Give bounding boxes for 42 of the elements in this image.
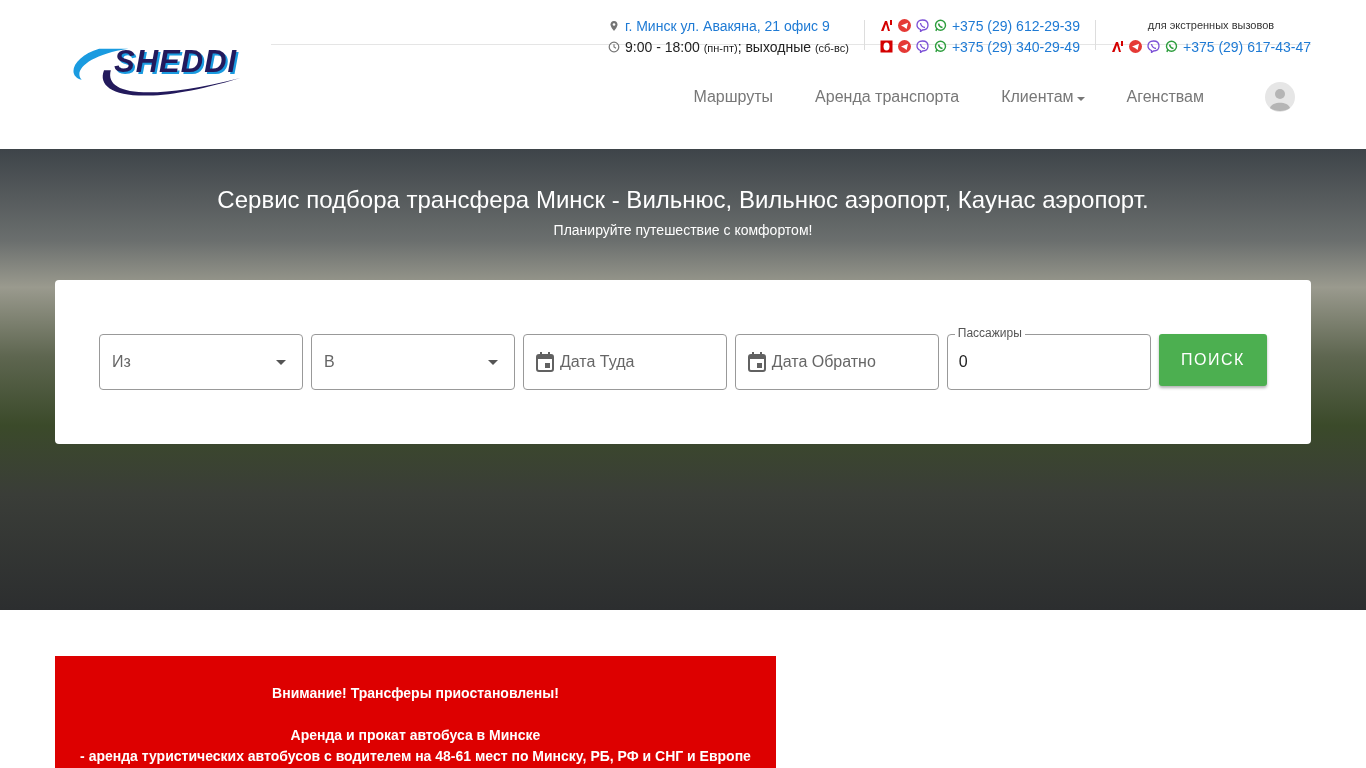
caret-icon: [1076, 96, 1085, 101]
operator-logo-icon: [1110, 40, 1124, 53]
date-field[interactable]: Дата Обратно: [734, 334, 939, 390]
calendar-icon: [535, 352, 554, 372]
suspension-message: Внимание! Трансферы приостановлены!: [272, 684, 559, 703]
emergency-label: для экстренных вызовов: [1147, 18, 1275, 33]
viber-icon[interactable]: [915, 19, 929, 32]
logo[interactable]: SHEDDI: [70, 40, 245, 110]
notice-text: - аренда туристических автобусов с водителем на 48-61 мест по Минску, РБ, РФ и СНГ и Европе: [80, 747, 751, 766]
nav-link[interactable]: Агенствам: [1126, 88, 1204, 106]
telegram-icon[interactable]: [1128, 40, 1142, 53]
passengers-field[interactable]: Пассажиры 0: [946, 326, 1151, 390]
phone-link[interactable]: +375 (29) 612-29-39: [951, 17, 1080, 34]
telegram-icon[interactable]: [897, 40, 911, 53]
address-link[interactable]: г. Минск ул. Авакяна, 21 офис 9: [625, 17, 830, 34]
dropdown-arrow-icon: [275, 359, 286, 365]
telegram-icon[interactable]: [897, 19, 911, 32]
nav-link[interactable]: Аренда транспорта: [815, 88, 960, 106]
whatsapp-icon[interactable]: [933, 19, 947, 32]
nav-link[interactable]: Клиентам: [1001, 88, 1085, 106]
notice-text: Аренда и прокат автобуса в Минске: [290, 726, 541, 745]
select-field[interactable]: В: [310, 334, 515, 390]
passengers-label: Пассажиры: [954, 326, 1025, 340]
operator-logo-icon: [879, 40, 893, 53]
select-field[interactable]: Из: [99, 334, 303, 390]
viber-icon[interactable]: [915, 40, 929, 53]
nav-link[interactable]: Маршруты: [693, 88, 774, 106]
hero-title: Сервис подбора трансфера Минск - Вильнюс, Вильнюс аэропорт, Каунас аэропорт.: [217, 186, 1149, 214]
hero-subtitle: Планируйте путешествие с комфортом!: [553, 222, 813, 238]
operator-logo-icon: [879, 19, 893, 32]
dropdown-arrow-icon: [487, 359, 498, 365]
working-hours: 9:00 - 18:00 (пн-пт); выходные (сб-вс): [625, 38, 849, 55]
calendar-icon: [747, 352, 766, 372]
location-pin-icon: [608, 19, 620, 32]
phone-link[interactable]: +375 (29) 340-29-49: [951, 38, 1080, 55]
viber-icon[interactable]: [1146, 40, 1160, 53]
clock-icon: [608, 40, 620, 53]
whatsapp-icon[interactable]: [1164, 40, 1178, 53]
search-button[interactable]: ПОИСК: [1158, 334, 1267, 386]
date-field[interactable]: Дата Туда: [522, 334, 727, 390]
phone-link[interactable]: +375 (29) 617-43-47: [1182, 38, 1311, 55]
whatsapp-icon[interactable]: [933, 40, 947, 53]
